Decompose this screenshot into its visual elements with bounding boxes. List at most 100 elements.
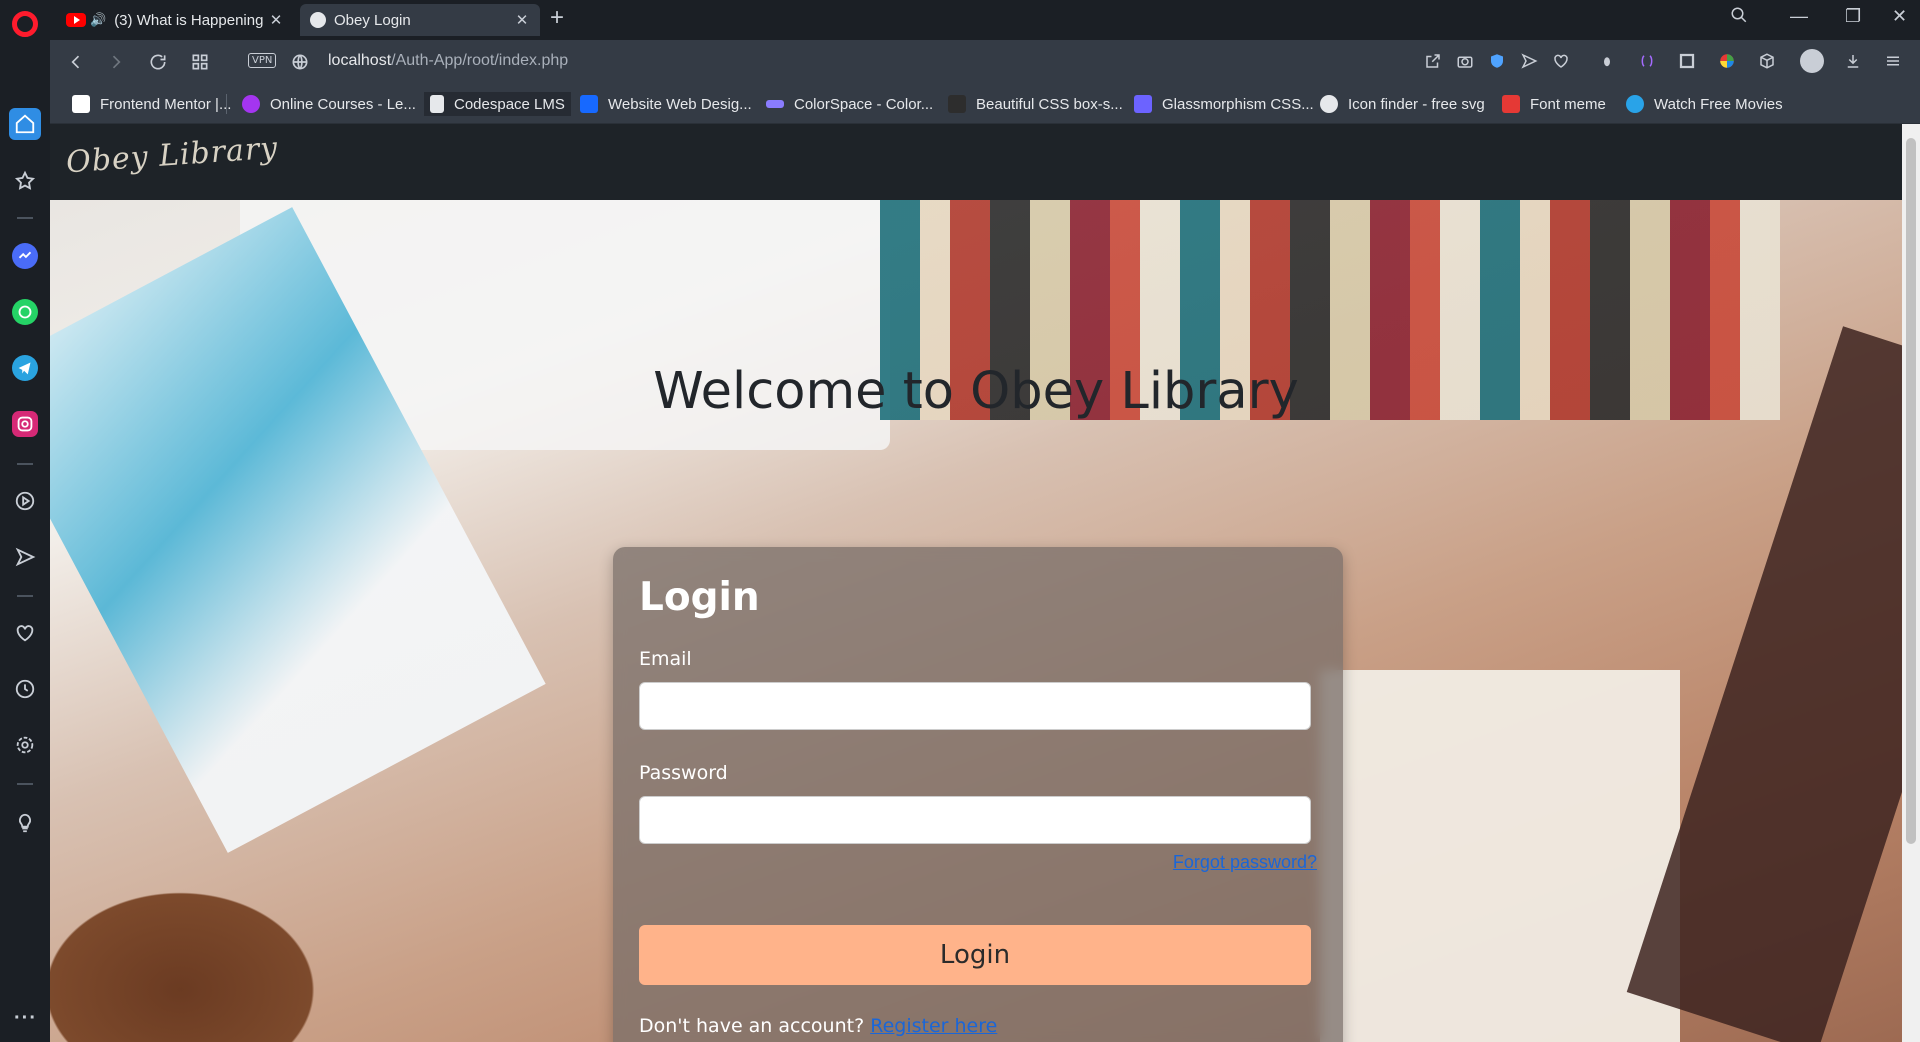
bookmark-colorspace[interactable]: ColorSpace - Color...	[760, 92, 939, 116]
instagram-icon[interactable]	[12, 411, 38, 437]
speed-dial-star-icon[interactable]	[12, 168, 38, 194]
web-page: Obey Library Welcome to Obey Library Log…	[50, 124, 1902, 1042]
bookmark-behance[interactable]: Website Web Desig...	[574, 92, 758, 116]
reload-icon[interactable]	[146, 50, 170, 74]
bookmark-label: Frontend Mentor |...	[100, 95, 232, 113]
bookmark-codespace-lms[interactable]: Codespace LMS	[424, 92, 571, 116]
browser-sidebar: ···	[0, 0, 50, 1042]
speaker-icon[interactable]: 🔊	[90, 12, 106, 28]
messenger-icon[interactable]	[12, 243, 38, 269]
bookmark-label: Online Courses - Le...	[270, 95, 416, 113]
cube-icon[interactable]	[1756, 50, 1778, 72]
flow-send-icon[interactable]	[12, 544, 38, 570]
extension-brackets-icon[interactable]	[1636, 50, 1658, 72]
settings-gear-icon[interactable]	[12, 732, 38, 758]
site-info-globe-icon[interactable]	[288, 50, 312, 74]
extension-square-icon[interactable]	[1676, 50, 1698, 72]
url-host: localhost	[328, 52, 392, 69]
forgot-password-link[interactable]: Forgot password?	[639, 852, 1317, 873]
adblock-shield-icon[interactable]	[1486, 50, 1508, 72]
player-icon[interactable]	[12, 488, 38, 514]
extension-icon[interactable]	[1596, 50, 1618, 72]
document-icon	[430, 95, 444, 113]
url-path: /Auth-App/root/index.php	[391, 52, 569, 69]
bookmark-frontend-mentor[interactable]: Frontend Mentor |...	[66, 92, 237, 116]
bookmark-watch-free-movies[interactable]: Watch Free Movies	[1620, 92, 1789, 116]
register-link[interactable]: Register here	[870, 1015, 997, 1037]
tab-obey-login[interactable]: Obey Login ✕	[300, 4, 540, 36]
welcome-heading: Welcome to Obey Library	[653, 362, 1299, 421]
behance-icon	[580, 95, 598, 113]
register-prompt: Don't have an account? Register here	[639, 1015, 1317, 1037]
history-clock-icon[interactable]	[12, 676, 38, 702]
glassmorphism-icon	[1134, 95, 1152, 113]
home-icon[interactable]	[9, 108, 41, 140]
restore-icon[interactable]: ❐	[1845, 6, 1861, 27]
downloads-icon[interactable]	[1842, 50, 1864, 72]
opera-logo-icon[interactable]	[12, 11, 38, 37]
close-tab-icon[interactable]: ✕	[268, 12, 284, 29]
bookmark-label: Watch Free Movies	[1654, 95, 1783, 113]
more-options-icon[interactable]: ···	[14, 1008, 37, 1028]
bookmark-online-courses[interactable]: Online Courses - Le...	[236, 92, 422, 116]
bookmark-label: Glassmorphism CSS...	[1162, 95, 1314, 113]
sidebar-divider	[17, 783, 33, 785]
bookmark-glassmorphism[interactable]: Glassmorphism CSS...	[1128, 92, 1320, 116]
address-bar: VPN localhost/Auth-App/root/index.php	[50, 40, 1920, 84]
share-icon[interactable]	[1422, 50, 1444, 72]
profile-avatar-icon[interactable]	[1800, 49, 1824, 73]
tab-grid-icon[interactable]	[188, 50, 212, 74]
bookmark-label: Website Web Desig...	[608, 95, 752, 113]
close-window-icon[interactable]: ✕	[1892, 6, 1907, 27]
bookmark-heart-icon[interactable]	[1550, 50, 1572, 72]
udemy-icon	[242, 95, 260, 113]
site-logo[interactable]: Obey Library	[65, 131, 279, 181]
bookmark-css-box-shadow[interactable]: Beautiful CSS box-s...	[942, 92, 1129, 116]
send-icon[interactable]	[1518, 50, 1540, 72]
login-button[interactable]: Login	[639, 925, 1311, 985]
scrollbar-thumb[interactable]	[1906, 138, 1916, 844]
login-title: Login	[639, 575, 760, 620]
color-picker-icon[interactable]	[1716, 50, 1738, 72]
bookmark-font-meme[interactable]: Font meme	[1496, 92, 1612, 116]
search-tabs-icon[interactable]	[1730, 6, 1748, 29]
bookmark-icon-finder[interactable]: Icon finder - free svg	[1314, 92, 1491, 116]
snapshot-camera-icon[interactable]	[1454, 50, 1476, 72]
email-label: Email	[639, 648, 692, 670]
colorspace-icon	[766, 100, 784, 108]
register-prompt-text: Don't have an account?	[639, 1015, 865, 1037]
telegram-icon[interactable]	[12, 355, 38, 381]
tab-youtube[interactable]: 🔊 (3) What is Happening ✕	[56, 4, 294, 36]
bookmark-label: Font meme	[1530, 95, 1606, 113]
password-field[interactable]	[639, 796, 1311, 844]
youtube-icon	[66, 13, 86, 27]
bookmark-label: Codespace LMS	[454, 95, 565, 113]
notebook-image	[1320, 670, 1680, 1042]
easy-setup-icon[interactable]	[1882, 50, 1904, 72]
tab-title: Obey Login	[334, 11, 411, 29]
heart-icon[interactable]	[12, 620, 38, 646]
frontend-mentor-icon	[72, 95, 90, 113]
bookmarks-divider	[226, 94, 227, 114]
bookmarks-bar: Frontend Mentor |... Online Courses - Le…	[50, 84, 1920, 124]
url-field[interactable]: localhost/Auth-App/root/index.php	[328, 52, 568, 70]
lightbulb-icon[interactable]	[12, 810, 38, 836]
minimize-icon[interactable]: —	[1790, 6, 1808, 27]
bookmark-label: Beautiful CSS box-s...	[976, 95, 1123, 113]
tab-title: (3) What is Happening	[114, 11, 264, 29]
bookmark-label: ColorSpace - Color...	[794, 95, 934, 113]
email-field[interactable]	[639, 682, 1311, 730]
site-header: Obey Library	[50, 124, 1902, 200]
password-label: Password	[639, 762, 728, 784]
login-card: Login Email Password Forgot password? Lo…	[613, 547, 1343, 1042]
back-icon[interactable]	[64, 50, 88, 74]
new-tab-plus-icon[interactable]: +	[550, 6, 564, 30]
tab-bar: 🔊 (3) What is Happening ✕ Obey Login ✕ +…	[50, 0, 1920, 40]
forward-icon[interactable]	[104, 50, 128, 74]
page-scrollbar[interactable]	[1902, 124, 1920, 1042]
vpn-badge[interactable]: VPN	[248, 53, 277, 68]
close-tab-icon[interactable]: ✕	[514, 12, 530, 29]
sidebar-divider	[17, 217, 33, 219]
font-meme-icon	[1502, 95, 1520, 113]
whatsapp-icon[interactable]	[12, 299, 38, 325]
